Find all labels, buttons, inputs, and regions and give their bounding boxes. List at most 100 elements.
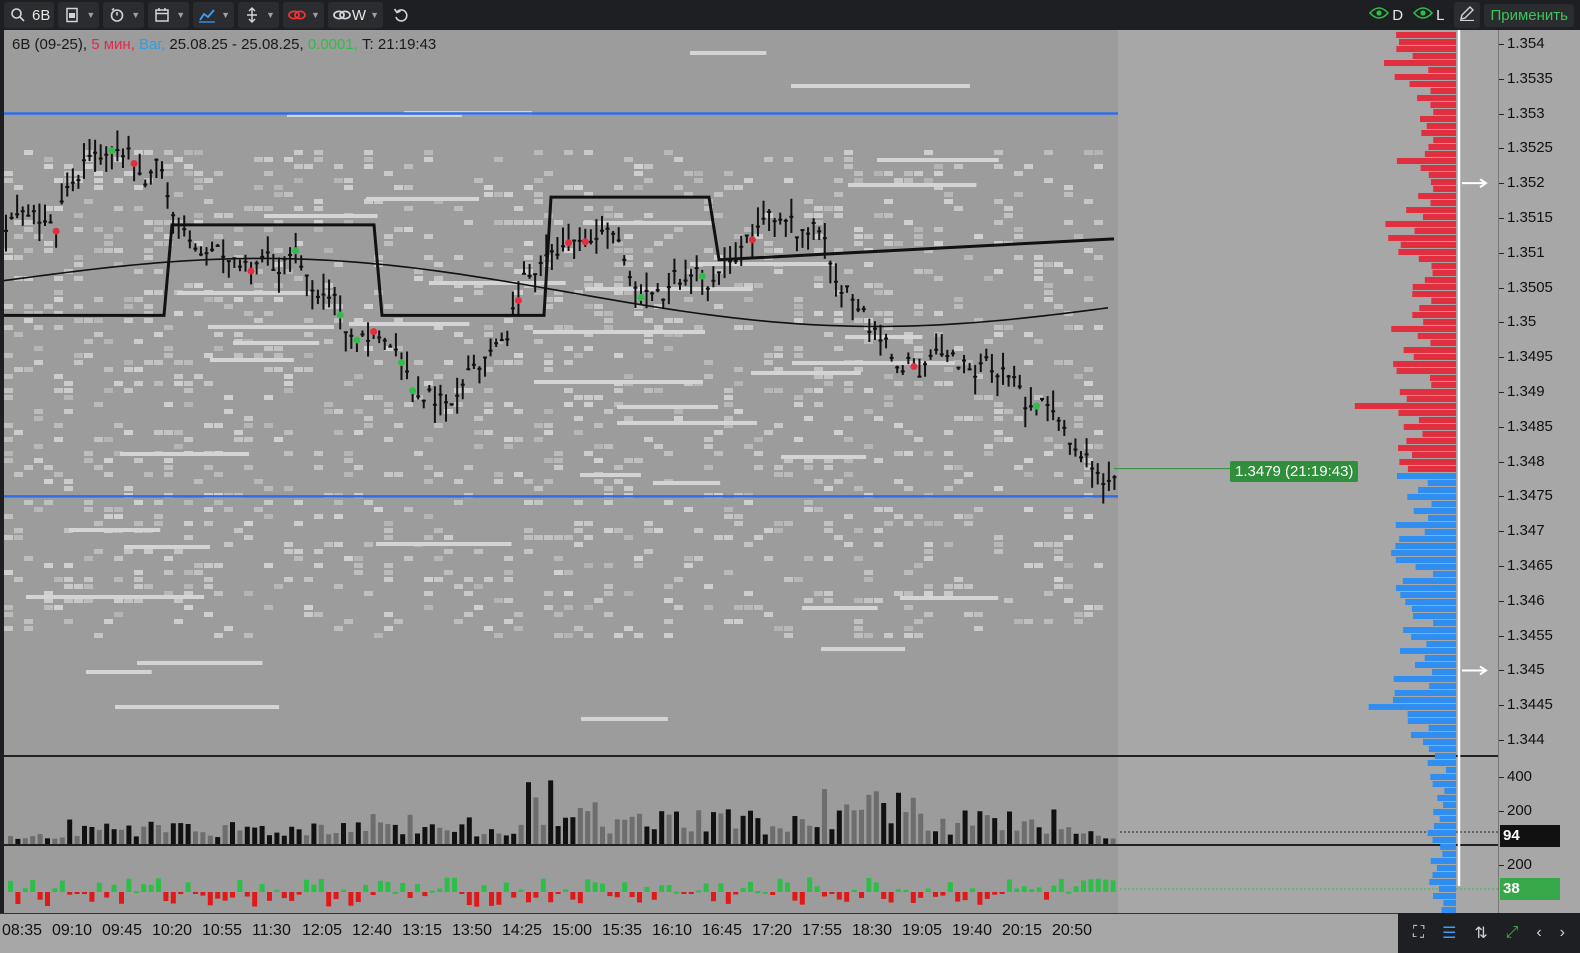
profile-bar [1420,165,1456,171]
trade-dot [698,272,706,280]
heatmap-cell [24,227,33,232]
heatmap-cell [1094,430,1103,435]
heatmap-cell [604,486,613,491]
volume-bar [674,811,679,844]
heatmap-cell [294,178,303,183]
heatmap-cell [94,633,103,638]
heatmap-cell [904,591,913,596]
profile-bar [1433,109,1456,115]
heatmap-cell [714,213,723,218]
heatmap-cell [134,458,143,463]
symbol-selector[interactable]: 6B [4,2,55,28]
heatmap-cell [1074,234,1083,239]
heatmap-cell [994,269,1003,274]
trade-dot [409,387,417,395]
volume-bar [659,811,665,844]
fullscreen-icon[interactable]: ⛶ [1413,924,1424,942]
profile-bar [1411,606,1456,612]
heatmap-cell [674,185,683,190]
edit-button[interactable] [1454,2,1481,28]
settings-sliders-icon[interactable]: ☰ [1442,923,1456,943]
heatmap-cell [564,591,573,596]
profile-bar [1432,669,1456,675]
heatmap-cell [464,339,473,344]
heatmap-cell [964,521,973,526]
delta-bar [644,886,650,892]
scroll-left-icon[interactable]: ‹ [1536,924,1541,942]
toggle-l[interactable]: L [1413,6,1444,24]
heatmap-cell [864,598,873,603]
indicators-menu[interactable]: ▼ [193,2,235,28]
toggle-d[interactable]: D [1369,6,1403,24]
profile-bar [1403,347,1456,353]
heatmap-cell [704,360,713,365]
delta-bar [437,888,443,892]
apply-button[interactable]: Применить [1484,3,1574,27]
heatmap-cell [854,556,863,561]
heatmap-cell [84,451,93,456]
profile-bar [1417,95,1456,101]
heatmap-cell [684,507,693,512]
profile-bar [1429,375,1456,381]
heatmap-cell [94,248,103,253]
chevron-down-icon: ▼ [370,10,379,20]
heatmap-cell [1054,472,1063,477]
volume-bar [318,824,324,844]
price-axis[interactable]: 94 38 1.354 1.3535 1.353 1.3525 1.352 1.3515 1… [1498,30,1580,913]
heatmap-cell [984,451,993,456]
heatmap-cell [504,262,513,267]
period-link-menu[interactable]: W ▼ [327,2,383,28]
profile-bar [1424,529,1456,535]
volume-bar [903,812,909,844]
heatmap-cell [504,248,513,253]
heatmap-cell [994,332,1003,337]
date-range-menu[interactable]: ▼ [148,2,190,28]
heatmap-cell [914,353,923,358]
time-axis[interactable]: 08:35 09:10 09:45 10:20 10:55 11:30 12:05 12:40… [0,913,1580,953]
heatmap-cell [144,220,153,225]
chart-panel[interactable]: 6B (09-25), 5 мин, Ваг, 25.08.25 - 25.08… [4,30,1498,913]
delta-bar [341,889,346,892]
heatmap-cell [34,458,43,463]
scroll-right-icon[interactable]: › [1560,924,1565,942]
heatmap-cell [384,521,393,526]
undo-button[interactable] [387,2,415,28]
heatmap-cell [504,556,513,561]
heatmap-cell [244,423,253,428]
heatmap-cell [944,451,953,456]
volume-bar [207,835,213,844]
drawing-tools-menu[interactable]: ▼ [238,2,279,28]
timeframe-menu[interactable]: ▼ [103,2,145,28]
delta-bar [489,892,494,906]
profile-bar [1414,228,1456,234]
heatmap-cell [504,444,513,449]
volume-bar [111,829,117,844]
link-group-menu[interactable]: ▼ [282,2,324,28]
heatmap-cell [124,430,133,435]
heatmap-cell [104,514,113,519]
sort-arrows-icon[interactable]: ⇅ [1474,923,1487,943]
expand-icon[interactable]: ⤢ [1506,924,1519,942]
heatmap-cell [564,402,573,407]
heatmap-cell [954,297,963,302]
heatmap-cell [874,416,883,421]
heatmap-cell [1084,381,1093,386]
template-menu[interactable]: ▼ [58,2,100,28]
heatmap-cell [744,500,753,505]
heatmap-cell [854,178,863,183]
delta-bar [244,892,250,897]
heatmap-cell [374,395,383,400]
heatmap-cell [204,381,213,386]
volume-bar [703,831,709,844]
delta-bar [807,877,813,892]
heatmap-cell [764,430,773,435]
heatmap-cell [184,388,193,393]
delta-bar [104,892,110,898]
heatmap-cell [164,346,173,351]
heatmap-cell [74,318,83,323]
heatmap-cell [844,150,853,155]
heatmap-cell [734,367,743,372]
heatmap-cell [164,164,173,169]
heatmap-cell [774,528,783,533]
heatmap-cell [364,157,373,162]
